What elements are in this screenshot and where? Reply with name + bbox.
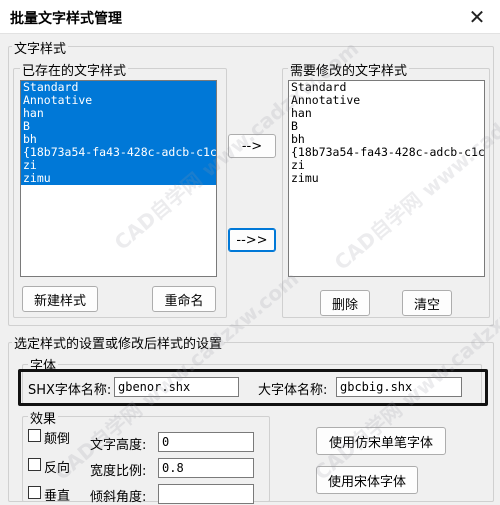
modify-styles-list[interactable]: Standard Annotative han B bh {18b73a54-f… (288, 80, 485, 277)
text-styles-legend: 文字样式 (12, 38, 69, 57)
list-item[interactable]: B (289, 120, 484, 133)
existing-styles-list[interactable]: Standard Annotative han B bh {18b73a54-f… (20, 80, 217, 277)
list-item[interactable]: {18b73a54-fa43-428c-adcb-c1c7b (21, 146, 216, 159)
oblique-angle-label: 倾斜角度: (90, 490, 147, 505)
clear-button[interactable]: 清空 (402, 290, 452, 316)
backwards-checkbox[interactable] (28, 458, 41, 471)
upside-down-checkbox[interactable] (28, 429, 41, 442)
vertical-label: 垂直 (44, 489, 71, 504)
list-item[interactable]: zimu (289, 172, 484, 185)
rename-button[interactable]: 重命名 (152, 286, 216, 312)
delete-button[interactable]: 删除 (320, 290, 370, 316)
big-font-label: 大字体名称: (258, 383, 328, 398)
shx-font-input[interactable]: gbenor.shx (114, 377, 239, 397)
width-factor-label: 宽度比例: (90, 464, 147, 479)
use-song-font-button[interactable]: 使用宋体字体 (316, 466, 418, 494)
list-item[interactable]: han (289, 107, 484, 120)
width-factor-input[interactable]: 0.8 (158, 458, 254, 478)
list-item[interactable]: Annotative (21, 94, 216, 107)
text-height-input[interactable]: 0 (158, 432, 254, 452)
list-item[interactable]: zimu (21, 172, 216, 185)
list-item[interactable]: B (21, 120, 216, 133)
vertical-checkbox[interactable] (28, 486, 41, 499)
shx-font-label: SHX字体名称: (28, 383, 112, 398)
text-height-label: 文字高度: (90, 438, 147, 453)
existing-styles-legend: 已存在的文字样式 (20, 60, 129, 79)
new-style-button[interactable]: 新建样式 (22, 286, 98, 312)
backwards-label: 反向 (44, 461, 71, 476)
oblique-angle-input[interactable] (158, 484, 254, 504)
settings-legend: 选定样式的设置或修改后样式的设置 (12, 333, 225, 352)
window-title: 批量文字样式管理 (10, 11, 122, 27)
use-fangsong-font-button[interactable]: 使用仿宋单笔字体 (316, 427, 446, 455)
move-selected-button[interactable]: --> (228, 134, 276, 158)
move-all-button[interactable]: -->> (228, 228, 276, 252)
modify-styles-legend: 需要修改的文字样式 (288, 60, 410, 79)
list-item[interactable]: Annotative (289, 94, 484, 107)
upside-down-label: 颠倒 (44, 432, 71, 447)
list-item[interactable]: {18b73a54-fa43-428c-adcb-c1c7b (289, 146, 484, 159)
effects-legend: 效果 (28, 408, 59, 427)
big-font-input[interactable]: gbcbig.shx (336, 377, 462, 397)
close-icon[interactable]: ✕ (454, 0, 500, 34)
title-bar: 批量文字样式管理 ✕ (0, 0, 500, 34)
list-item[interactable]: han (21, 107, 216, 120)
